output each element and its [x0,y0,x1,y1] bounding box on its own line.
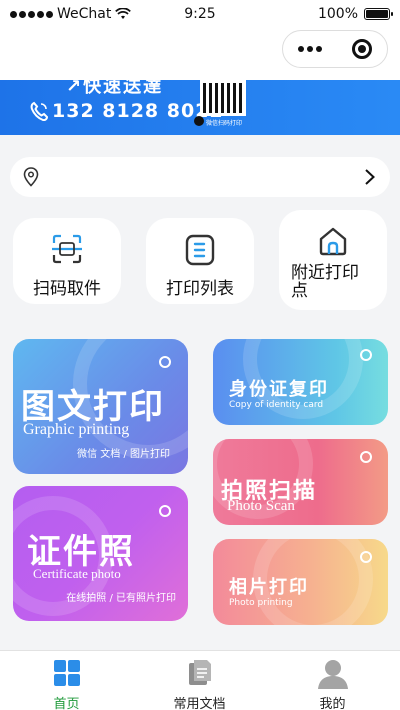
quick-action-label: 扫码取件 [33,279,101,299]
service-card-photo-scan[interactable]: 拍照扫描 Photo Scan [213,439,388,525]
location-selector[interactable] [10,157,390,197]
list-document-icon [185,234,215,266]
quick-action-label: 打印列表 [166,279,234,299]
top-bar: WeChat 9:25 100% [0,0,400,80]
scan-icon [52,234,82,264]
tab-label: 首页 [53,697,80,710]
card-title-en: Graphic printing [23,421,130,438]
ring-icon [159,356,171,368]
card-title-en: Certificate photo [33,566,121,581]
more-icon[interactable] [298,46,322,52]
user-icon [317,660,348,689]
tab-documents[interactable]: 常用文档 [133,651,266,710]
qr-caption: 微信扫码打印 [206,120,243,127]
service-card-certificate-photo[interactable]: 证件照 Certificate photo 在线拍照 / 已有照片打印 [13,486,188,621]
banner-slogan: ↗快速送達 [66,80,164,97]
card-title-cn: 相片打印 [229,577,309,598]
tab-home[interactable]: 首页 [0,651,133,710]
promo-banner[interactable]: ↗快速送達 132 8128 8022 微信扫码打印 [0,80,400,135]
quick-action-label: 附近打印点 [291,263,359,301]
tab-profile[interactable]: 我的 [266,651,399,710]
location-pin-icon [23,167,39,187]
miniprogram-capsule [282,30,388,68]
card-title-en: Photo Scan [227,498,295,514]
qr-code-image [200,80,246,116]
ring-icon [360,349,372,361]
battery-icon [364,8,393,20]
home-location-icon [319,227,347,256]
card-title-cn: 身份证复印 [229,379,329,400]
battery-group: 100% [317,6,393,22]
close-miniprogram-icon[interactable] [352,39,372,59]
banner-pager-dot [194,116,204,126]
tab-label: 我的 [319,697,346,710]
battery-percent: 100% [317,6,358,22]
phone-icon [30,101,48,121]
quick-action-print-list[interactable]: 打印列表 [146,218,254,304]
service-card-graphic-printing[interactable]: 图文打印 Graphic printing 微信 文档 / 图片打印 [13,339,188,474]
bottom-tab-bar: 首页 常用文档 我的 [0,650,400,710]
service-card-photo-printing[interactable]: 相片打印 Photo printing [213,539,388,625]
card-subtitle: Copy of identity card [229,400,324,410]
quick-action-nearby-points[interactable]: 附近打印点 [279,210,387,310]
home-grid-icon [53,660,80,686]
card-subtitle: 在线拍照 / 已有照片打印 [66,593,176,604]
service-card-id-copy[interactable]: 身份证复印 Copy of identity card [213,339,388,425]
quick-action-scan-pickup[interactable]: 扫码取件 [13,218,121,304]
tab-label: 常用文档 [173,697,226,710]
card-subtitle: Photo printing [229,598,293,608]
status-bar: WeChat 9:25 100% [0,0,400,30]
ring-icon [360,451,372,463]
documents-icon [188,660,211,685]
ring-icon [360,551,372,563]
chevron-right-icon [365,169,375,185]
card-subtitle: 微信 文档 / 图片打印 [77,449,170,460]
ring-icon [159,505,171,517]
